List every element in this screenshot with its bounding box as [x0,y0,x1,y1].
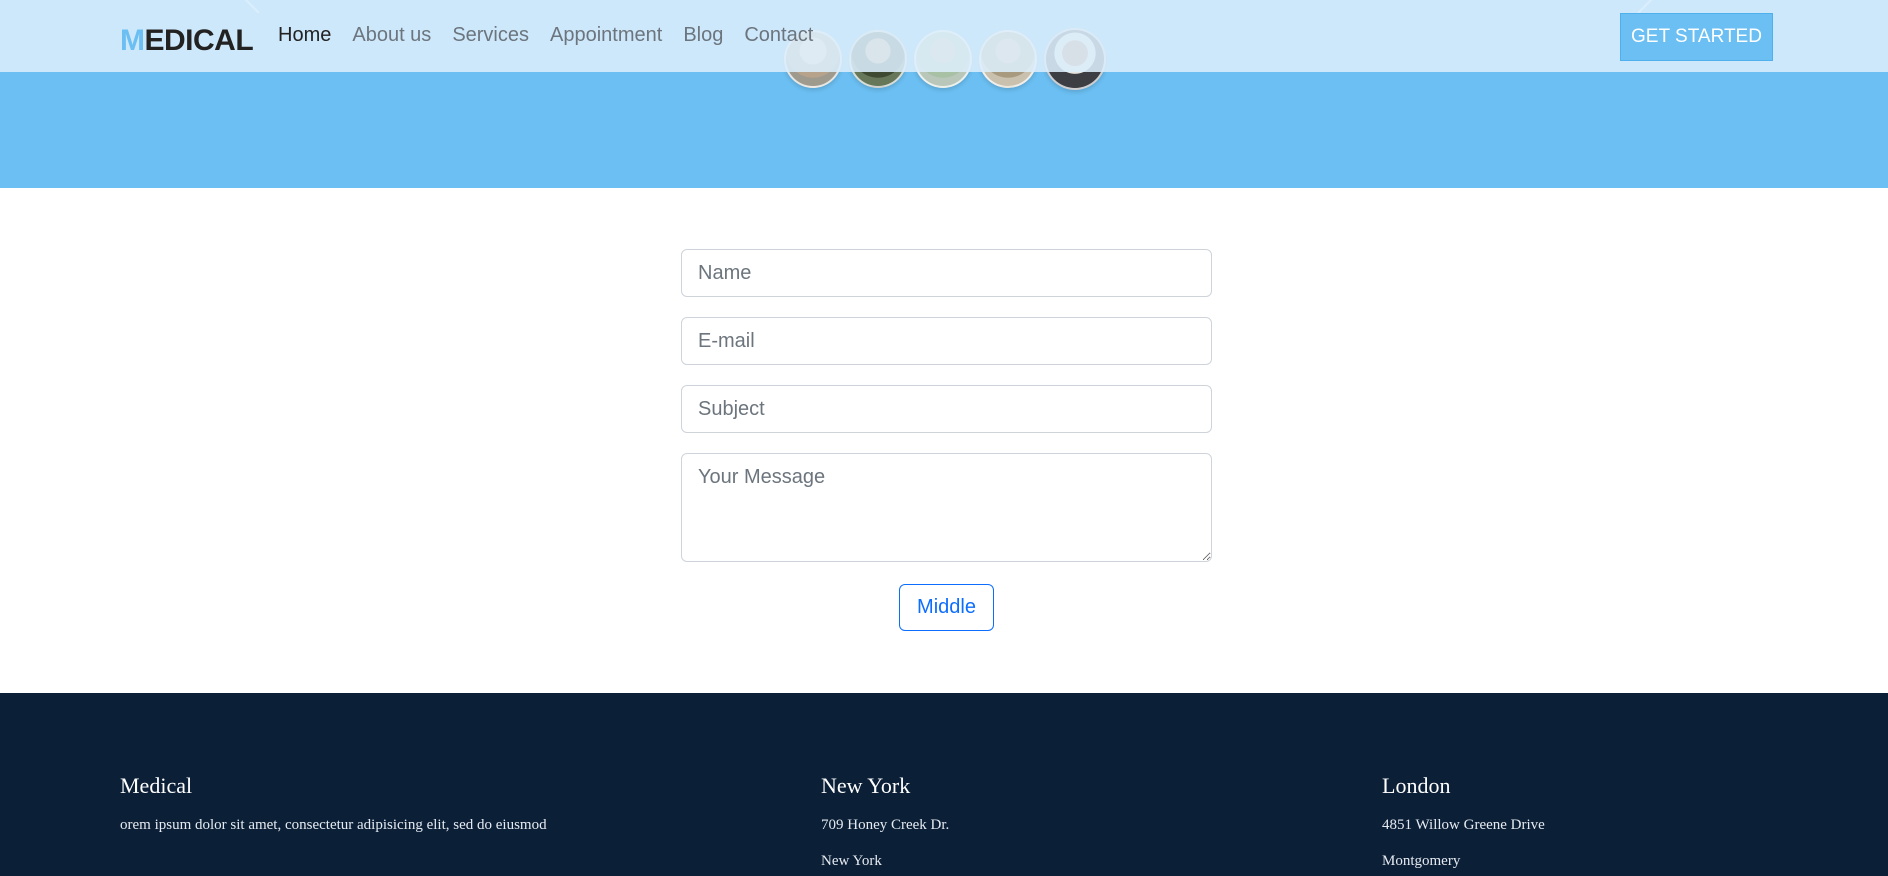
navbar: MEDICAL Home About us Services Appointme… [0,0,1888,72]
submit-wrapper: Middle [899,584,994,631]
footer-address-line: 709 Honey Creek Dr. [821,817,950,833]
nav-item-appointment[interactable]: Appointment [550,24,662,47]
footer-column-london: London 4851 Willow Greene Drive Montgome… [1382,773,1545,876]
nav-item-contact[interactable]: Contact [744,24,813,47]
submit-button[interactable]: Middle [899,584,994,631]
footer-column-medical: Medical orem ipsum dolor sit amet, conse… [120,773,547,853]
subject-input[interactable] [681,385,1212,433]
get-started-button[interactable]: GET STARTED [1620,13,1773,61]
footer-column-new-york: New York 709 Honey Creek Dr. New York [821,773,949,876]
nav-item-services[interactable]: Services [452,24,529,47]
footer-text: orem ipsum dolor sit amet, consectetur a… [120,817,547,833]
footer-address-line: Montgomery [1382,853,1461,869]
footer-heading: New York [821,773,911,798]
footer-heading: Medical [120,773,193,798]
name-input[interactable] [681,249,1212,297]
footer-heading: London [1382,773,1451,798]
email-input[interactable] [681,317,1212,365]
nav-item-blog[interactable]: Blog [683,24,723,47]
footer: Medical orem ipsum dolor sit amet, conse… [0,693,1888,876]
nav-item-about-us[interactable]: About us [352,24,431,47]
footer-address-line: New York [821,853,882,869]
footer-address-line: 4851 Willow Greene Drive [1382,817,1545,833]
logo-text: EDICAL [144,24,254,57]
nav-item-home[interactable]: Home [278,24,331,47]
contact-form [681,249,1212,582]
main-nav: Home About us Services Appointment Blog … [278,24,834,47]
brand-logo[interactable]: MEDICAL [120,24,254,58]
message-textarea[interactable] [681,453,1212,562]
logo-initial: M [120,24,145,57]
